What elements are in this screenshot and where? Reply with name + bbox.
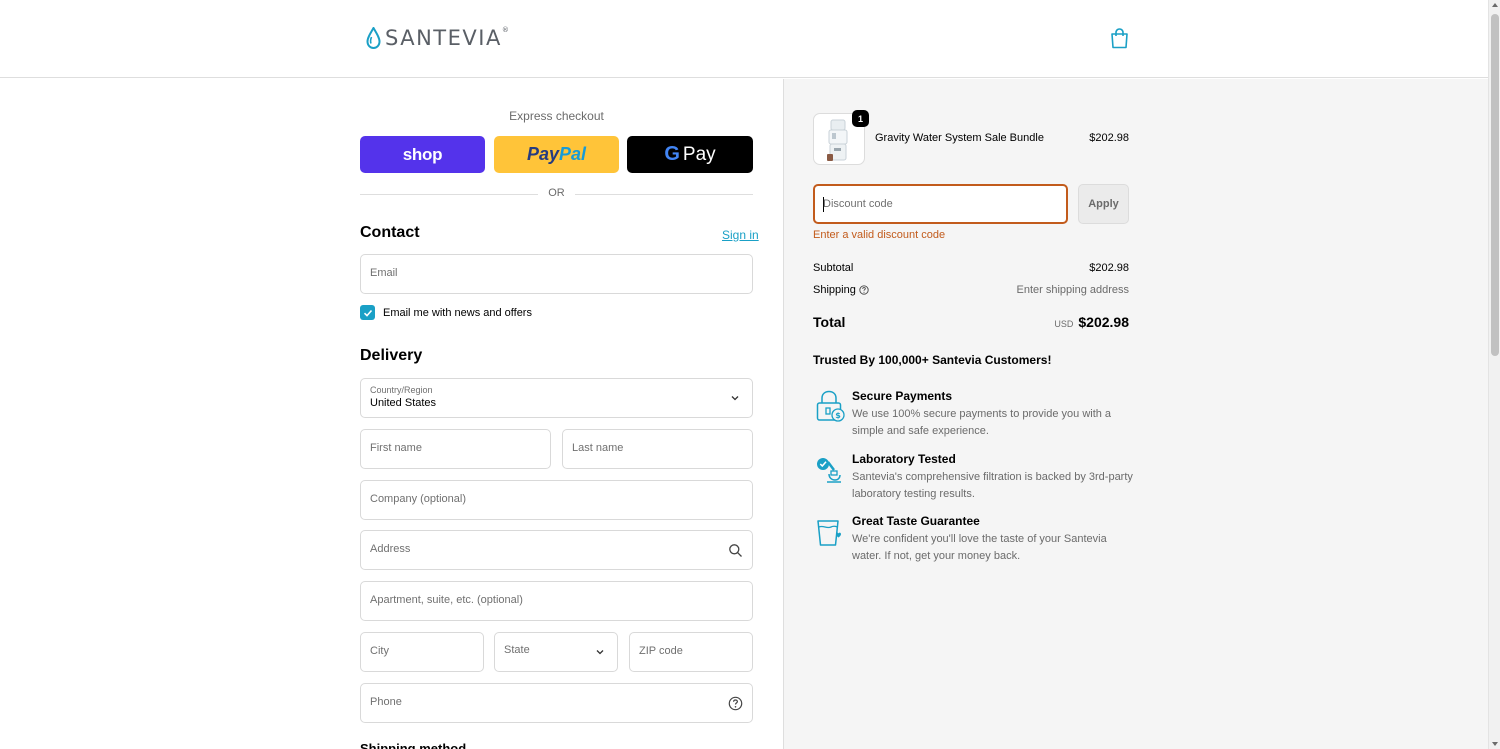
last-name-field[interactable]: Last name (562, 429, 753, 469)
subtotal-row: Subtotal $202.98 (813, 262, 1129, 274)
or-divider: OR (360, 187, 753, 201)
newsletter-checkbox[interactable] (360, 305, 375, 320)
search-icon[interactable] (728, 543, 743, 558)
water-drop-icon (366, 27, 381, 49)
santevia-logo[interactable]: SANTEVIA® (366, 26, 509, 50)
svg-text:$: $ (835, 411, 841, 420)
sign-in-link[interactable]: Sign in (722, 228, 759, 242)
shop-pay-button[interactable]: shop (360, 136, 485, 173)
phone-field[interactable]: Phone (360, 683, 753, 723)
brand-name: SANTEVIA® (385, 26, 509, 50)
trust-heading: Trusted By 100,000+ Santevia Customers! (813, 353, 1052, 367)
product-name: Gravity Water System Sale Bundle (875, 132, 1044, 144)
newsletter-label: Email me with news and offers (383, 306, 532, 319)
total-row: Total USD $202.98 (813, 314, 1129, 330)
apartment-field[interactable]: Apartment, suite, etc. (optional) (360, 581, 753, 621)
discount-code-input[interactable]: Discount code (813, 184, 1068, 224)
company-field[interactable]: Company (optional) (360, 480, 753, 520)
site-header: SANTEVIA® (0, 0, 1488, 78)
total-currency: USD (1054, 319, 1074, 329)
apply-discount-button[interactable]: Apply (1078, 184, 1129, 224)
product-price: $202.98 (1089, 132, 1129, 144)
delivery-title: Delivery (360, 347, 423, 364)
help-circle-icon[interactable] (728, 696, 743, 711)
check-icon (363, 309, 372, 317)
address-field[interactable]: Address (360, 530, 753, 570)
newsletter-option[interactable]: Email me with news and offers (360, 305, 532, 320)
google-pay-button[interactable]: G Pay (627, 136, 753, 173)
secure-lock-icon: $ (816, 390, 845, 422)
country-select[interactable]: Country/Region United States (360, 378, 753, 418)
state-select[interactable]: State (494, 632, 618, 672)
city-field[interactable]: City (360, 632, 484, 672)
contact-title: Contact (360, 224, 420, 241)
quantity-badge: 1 (852, 110, 869, 127)
subtotal-value: $202.98 (1089, 262, 1129, 274)
google-g-icon: G (664, 143, 680, 165)
chevron-down-icon (596, 650, 604, 655)
zip-code-field[interactable]: ZIP code (629, 632, 753, 672)
water-glass-icon (817, 520, 841, 546)
chevron-down-icon (731, 396, 739, 401)
microscope-icon (817, 458, 841, 483)
scroll-thumb[interactable] (1491, 14, 1499, 356)
total-value: $202.98 (1078, 314, 1129, 330)
first-name-field[interactable]: First name (360, 429, 551, 469)
shipping-value: Enter shipping address (1016, 284, 1129, 296)
paypal-button[interactable]: Pay Pal (494, 136, 619, 173)
shipping-method-title: Shipping method (360, 741, 467, 749)
scroll-down-arrow-icon[interactable] (1492, 742, 1498, 746)
shopping-bag-icon[interactable] (1110, 28, 1129, 49)
page-scrollbar[interactable] (1488, 0, 1500, 749)
shipping-row: Shipping Enter shipping address (813, 284, 1129, 296)
discount-error-message: Enter a valid discount code (813, 229, 946, 241)
email-field[interactable]: Email (360, 254, 753, 294)
scroll-up-arrow-icon[interactable] (1492, 3, 1498, 7)
express-checkout-title: Express checkout (509, 109, 604, 123)
help-circle-icon[interactable] (859, 285, 869, 295)
